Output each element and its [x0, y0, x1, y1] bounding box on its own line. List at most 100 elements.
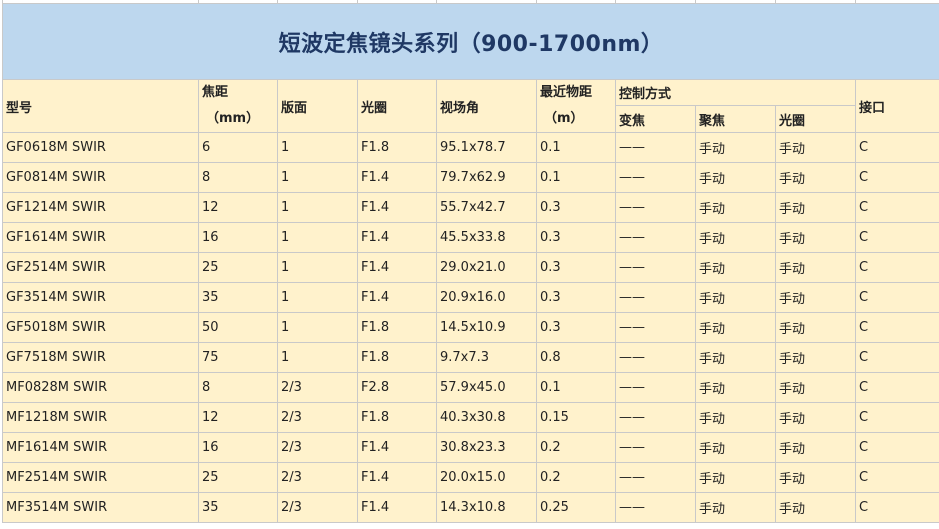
cell-fov[interactable]: 29.0x21.0 — [436, 252, 537, 283]
cell-mount[interactable]: C — [855, 462, 939, 493]
cell-fov[interactable]: 45.5x33.8 — [436, 222, 537, 253]
cell-format[interactable]: 2/3 — [277, 402, 358, 433]
cell-format[interactable]: 1 — [277, 282, 358, 313]
header-iris[interactable]: 光圈 — [775, 105, 856, 133]
cell-iris[interactable]: 手动 — [775, 252, 856, 283]
cell-mount[interactable]: C — [855, 372, 939, 403]
cell-iris[interactable]: 手动 — [775, 492, 856, 523]
cell-model[interactable]: GF0814M SWIR — [2, 162, 199, 193]
cell-model[interactable]: MF1614M SWIR — [2, 432, 199, 463]
cell-focal-length[interactable]: 12 — [198, 192, 278, 223]
cell-focus[interactable]: 手动 — [695, 372, 776, 403]
cell-model[interactable]: GF2514M SWIR — [2, 252, 199, 283]
cell-focal-length[interactable]: 12 — [198, 402, 278, 433]
cell-focal-length[interactable]: 35 — [198, 282, 278, 313]
cell-iris[interactable]: 手动 — [775, 222, 856, 253]
cell-mount[interactable]: C — [855, 222, 939, 253]
cell-format[interactable]: 2/3 — [277, 372, 358, 403]
cell-model[interactable]: GF0618M SWIR — [2, 132, 199, 163]
cell-focus[interactable]: 手动 — [695, 432, 776, 463]
cell-iris[interactable]: 手动 — [775, 132, 856, 163]
cell-model[interactable]: GF3514M SWIR — [2, 282, 199, 313]
cell-focal-length[interactable]: 35 — [198, 492, 278, 523]
cell-mount[interactable]: C — [855, 132, 939, 163]
cell-mount[interactable]: C — [855, 312, 939, 343]
cell-min-object-distance[interactable]: 0.15 — [536, 402, 616, 433]
cell-mount[interactable]: C — [855, 402, 939, 433]
cell-aperture[interactable]: F1.4 — [357, 252, 437, 283]
cell-format[interactable]: 2/3 — [277, 432, 358, 463]
cell-model[interactable]: GF1614M SWIR — [2, 222, 199, 253]
header-focus[interactable]: 聚焦 — [695, 105, 776, 133]
cell-aperture[interactable]: F1.4 — [357, 432, 437, 463]
cell-focal-length[interactable]: 25 — [198, 462, 278, 493]
cell-focal-length[interactable]: 16 — [198, 222, 278, 253]
cell-format[interactable]: 2/3 — [277, 492, 358, 523]
cell-iris[interactable]: 手动 — [775, 342, 856, 373]
cell-aperture[interactable]: F1.4 — [357, 222, 437, 253]
cell-aperture[interactable]: F1.8 — [357, 342, 437, 373]
cell-zoom[interactable]: —— — [615, 492, 696, 523]
cell-min-object-distance[interactable]: 0.2 — [536, 432, 616, 463]
cell-format[interactable]: 1 — [277, 222, 358, 253]
cell-focus[interactable]: 手动 — [695, 312, 776, 343]
cell-min-object-distance[interactable]: 0.3 — [536, 282, 616, 313]
cell-iris[interactable]: 手动 — [775, 282, 856, 313]
cell-focal-length[interactable]: 8 — [198, 162, 278, 193]
header-focal-length[interactable]: 焦距 （mm） — [198, 79, 278, 133]
header-format[interactable]: 版面 — [277, 79, 358, 133]
title-cell[interactable]: 短波定焦镜头系列（900-1700nm） — [2, 3, 939, 80]
cell-focus[interactable]: 手动 — [695, 462, 776, 493]
cell-focus[interactable]: 手动 — [695, 162, 776, 193]
cell-focal-length[interactable]: 75 — [198, 342, 278, 373]
cell-aperture[interactable]: F2.8 — [357, 372, 437, 403]
cell-format[interactable]: 1 — [277, 342, 358, 373]
cell-model[interactable]: GF1214M SWIR — [2, 192, 199, 223]
cell-zoom[interactable]: —— — [615, 462, 696, 493]
cell-min-object-distance[interactable]: 0.1 — [536, 132, 616, 163]
cell-format[interactable]: 2/3 — [277, 462, 358, 493]
cell-aperture[interactable]: F1.4 — [357, 162, 437, 193]
cell-aperture[interactable]: F1.8 — [357, 402, 437, 433]
cell-aperture[interactable]: F1.4 — [357, 462, 437, 493]
cell-focal-length[interactable]: 8 — [198, 372, 278, 403]
cell-zoom[interactable]: —— — [615, 132, 696, 163]
cell-aperture[interactable]: F1.8 — [357, 312, 437, 343]
cell-format[interactable]: 1 — [277, 132, 358, 163]
cell-min-object-distance[interactable]: 0.1 — [536, 162, 616, 193]
cell-mount[interactable]: C — [855, 342, 939, 373]
cell-format[interactable]: 1 — [277, 162, 358, 193]
cell-mount[interactable]: C — [855, 282, 939, 313]
cell-focus[interactable]: 手动 — [695, 252, 776, 283]
cell-focus[interactable]: 手动 — [695, 402, 776, 433]
cell-model[interactable]: MF1218M SWIR — [2, 402, 199, 433]
cell-focus[interactable]: 手动 — [695, 492, 776, 523]
cell-aperture[interactable]: F1.8 — [357, 132, 437, 163]
cell-model[interactable]: GF5018M SWIR — [2, 312, 199, 343]
cell-mount[interactable]: C — [855, 252, 939, 283]
cell-iris[interactable]: 手动 — [775, 162, 856, 193]
cell-zoom[interactable]: —— — [615, 282, 696, 313]
cell-focal-length[interactable]: 6 — [198, 132, 278, 163]
cell-format[interactable]: 1 — [277, 252, 358, 283]
cell-min-object-distance[interactable]: 0.1 — [536, 372, 616, 403]
header-fov[interactable]: 视场角 — [436, 79, 537, 133]
cell-zoom[interactable]: —— — [615, 192, 696, 223]
cell-min-object-distance[interactable]: 0.3 — [536, 222, 616, 253]
cell-zoom[interactable]: —— — [615, 432, 696, 463]
cell-focal-length[interactable]: 16 — [198, 432, 278, 463]
cell-fov[interactable]: 57.9x45.0 — [436, 372, 537, 403]
cell-mount[interactable]: C — [855, 432, 939, 463]
cell-mount[interactable]: C — [855, 162, 939, 193]
cell-fov[interactable]: 95.1x78.7 — [436, 132, 537, 163]
cell-min-object-distance[interactable]: 0.8 — [536, 342, 616, 373]
cell-focal-length[interactable]: 25 — [198, 252, 278, 283]
cell-min-object-distance[interactable]: 0.3 — [536, 312, 616, 343]
cell-fov[interactable]: 9.7x7.3 — [436, 342, 537, 373]
cell-focal-length[interactable]: 50 — [198, 312, 278, 343]
header-mount[interactable]: 接口 — [855, 79, 939, 133]
cell-iris[interactable]: 手动 — [775, 372, 856, 403]
cell-zoom[interactable]: —— — [615, 222, 696, 253]
cell-mount[interactable]: C — [855, 492, 939, 523]
cell-fov[interactable]: 55.7x42.7 — [436, 192, 537, 223]
